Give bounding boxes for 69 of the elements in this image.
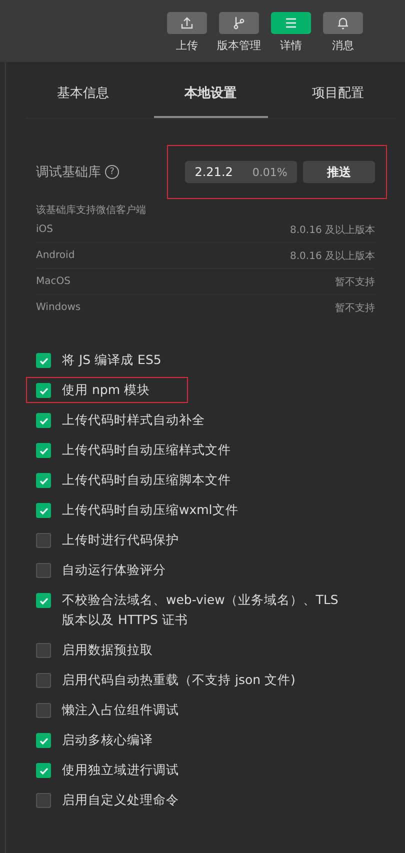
checkbox[interactable]	[36, 533, 51, 548]
checkbox[interactable]	[36, 413, 51, 428]
check-icon	[38, 596, 48, 606]
option-label: 上传代码时自动压缩wxml文件	[62, 501, 238, 519]
checkbox[interactable]	[36, 703, 51, 718]
toolbar-button[interactable]	[167, 12, 207, 34]
version-selector[interactable]: 2.21.2 0.01%	[185, 161, 297, 183]
option-label: 使用独立域进行调试	[62, 761, 179, 779]
upload-icon	[180, 16, 194, 30]
platform-name: Android	[36, 250, 75, 261]
check-icon	[38, 356, 48, 366]
option-label: 上传代码时样式自动补全	[62, 411, 205, 429]
support-version: 暂不支持	[335, 302, 375, 314]
check-icon	[38, 416, 48, 426]
checkbox[interactable]	[36, 733, 51, 748]
checkbox[interactable]	[36, 763, 51, 778]
checkbox[interactable]	[36, 443, 51, 458]
support-version: 暂不支持	[335, 276, 375, 288]
checkbox[interactable]	[36, 503, 51, 518]
version-text: 2.21.2	[194, 165, 233, 179]
option-label: 上传时进行代码保护	[62, 531, 179, 549]
platform-name: Windows	[36, 302, 81, 313]
option-label: 使用 npm 模块	[62, 381, 150, 399]
support-title: 该基础库支持微信客户端	[36, 204, 147, 217]
option-label: 将 JS 编译成 ES5	[62, 351, 162, 369]
support-version: 8.0.16 及以上版本	[290, 250, 375, 262]
checkbox[interactable]	[36, 593, 51, 608]
toolbar-button[interactable]	[323, 12, 363, 34]
toolbar-label: 详情	[280, 38, 302, 53]
option-label: 启用自定义处理命令	[62, 791, 179, 809]
toolbar-label: 版本管理	[217, 38, 261, 53]
bell-icon	[336, 16, 350, 30]
branch-icon	[232, 16, 246, 30]
push-button[interactable]: 推送	[303, 161, 375, 183]
platform-name: iOS	[36, 224, 53, 235]
checkbox[interactable]	[36, 643, 51, 658]
toolbar-label: 上传	[176, 38, 198, 53]
checkbox[interactable]	[36, 563, 51, 578]
option-label: 不校验合法域名、web-view（业务域名）、TLS 版本以及 HTTPS 证书	[62, 591, 340, 629]
toolbar-label: 消息	[332, 38, 354, 53]
check-icon	[38, 506, 48, 516]
toolbar-button[interactable]	[219, 12, 259, 34]
check-icon	[38, 386, 48, 396]
checkbox[interactable]	[36, 793, 51, 808]
tab[interactable]: 基本信息	[26, 62, 140, 118]
toolbar-button[interactable]	[271, 12, 311, 34]
support-version: 8.0.16 及以上版本	[290, 224, 375, 236]
platform-name: MacOS	[36, 276, 70, 287]
checkbox[interactable]	[36, 383, 51, 398]
option-label: 自动运行体验评分	[62, 561, 166, 579]
tab[interactable]: 本地设置	[154, 62, 268, 118]
check-icon	[38, 476, 48, 486]
option-label: 启动多核心编译	[62, 731, 153, 749]
checkbox[interactable]	[36, 673, 51, 688]
option-label: 启用代码自动热重载（不支持 json 文件)	[62, 671, 296, 689]
check-icon	[38, 736, 48, 746]
usage-share: 0.01%	[252, 166, 288, 178]
check-icon	[38, 446, 48, 456]
help-icon[interactable]: ?	[105, 165, 119, 179]
library-label: 调试基础库	[36, 164, 101, 181]
checkbox[interactable]	[36, 353, 51, 368]
menu-icon	[284, 16, 298, 30]
option-label: 启用数据预拉取	[62, 641, 153, 659]
option-label: 懒注入占位组件调试	[62, 701, 179, 719]
option-label: 上传代码时自动压缩脚本文件	[62, 471, 231, 489]
check-icon	[38, 766, 48, 776]
checkbox[interactable]	[36, 473, 51, 488]
option-label: 上传代码时自动压缩样式文件	[62, 441, 231, 459]
tab[interactable]: 项目配置	[281, 62, 395, 118]
